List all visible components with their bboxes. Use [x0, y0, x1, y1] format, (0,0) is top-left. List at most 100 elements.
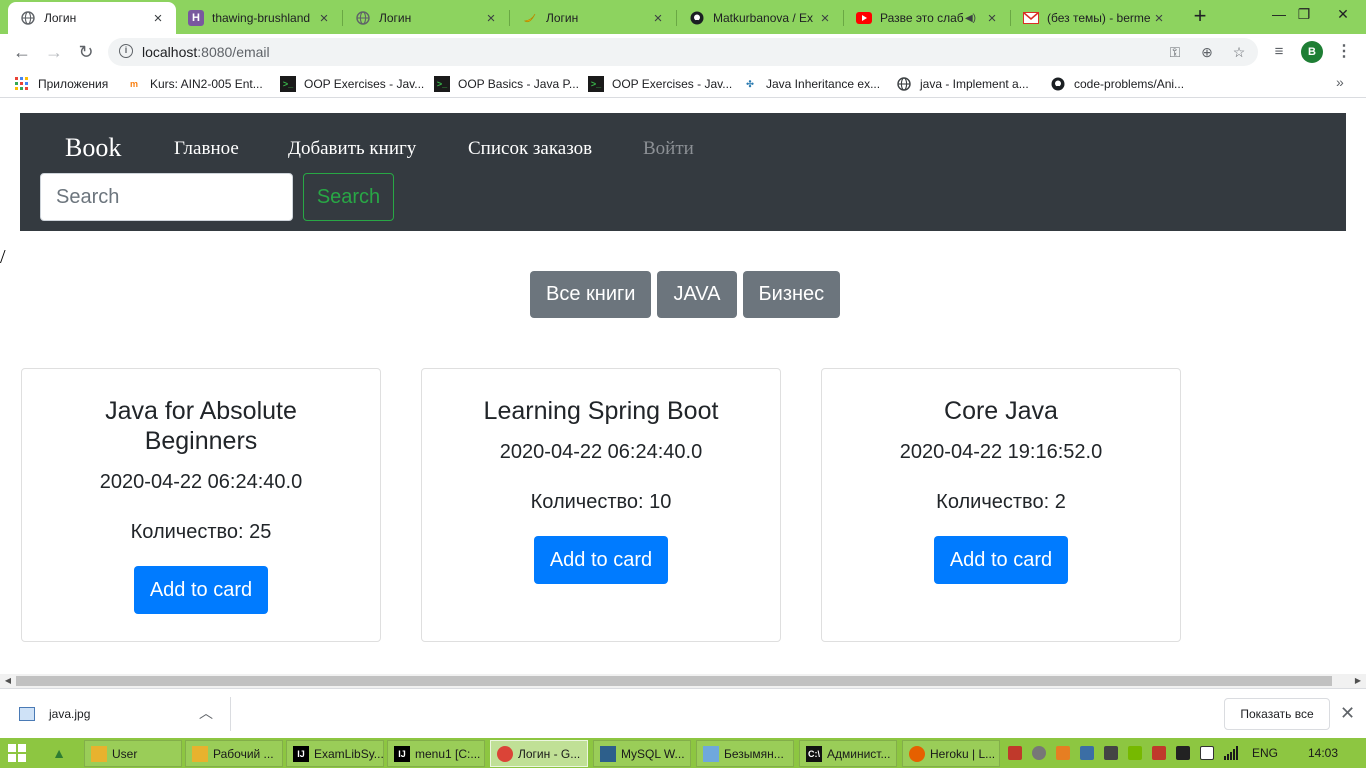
- key-icon[interactable]: ⚿: [1166, 43, 1184, 61]
- bookmark-code-problems[interactable]: code-problems/Ani...: [1050, 76, 1184, 92]
- close-icon[interactable]: ×: [1151, 10, 1167, 27]
- nvidia-icon[interactable]: [1128, 746, 1142, 760]
- site-info-icon[interactable]: i: [119, 44, 133, 58]
- taskbar-item-examlib[interactable]: IJ ExamLibSy...: [286, 740, 384, 767]
- menu-icon[interactable]: ⋮: [1336, 40, 1352, 64]
- chevron-up-icon[interactable]: ︿: [199, 703, 213, 723]
- stackoverflow-icon: [896, 76, 912, 92]
- back-button[interactable]: ←: [10, 40, 34, 64]
- taskbar-item-desktop[interactable]: Рабочий ...: [185, 740, 283, 767]
- image-file-icon[interactable]: [19, 707, 35, 721]
- close-window-button[interactable]: ✕: [1320, 0, 1366, 30]
- android-icon[interactable]: ▲: [48, 743, 70, 763]
- horizontal-scrollbar[interactable]: ◀ ▶: [0, 674, 1366, 688]
- zoom-icon[interactable]: ⊕: [1198, 43, 1216, 61]
- site-brand[interactable]: Book: [65, 133, 121, 163]
- apps-grid-icon: [14, 76, 30, 92]
- taskbar-item-menu1[interactable]: IJ menu1 [C:...: [387, 740, 485, 767]
- windows-start-icon[interactable]: [8, 744, 26, 762]
- tray-app-icon[interactable]: [1032, 746, 1046, 760]
- new-tab-button[interactable]: +: [1188, 4, 1212, 28]
- category-java-button[interactable]: JAVA: [657, 271, 737, 318]
- folder-icon: [192, 745, 208, 762]
- nav-link-home[interactable]: Главное: [174, 138, 239, 160]
- bookmark-moodle[interactable]: m Kurs: AIN2-005 Ent...: [126, 76, 263, 92]
- address-url[interactable]: localhost:8080/email: [142, 44, 270, 60]
- firefox-icon: [909, 745, 925, 762]
- close-icon[interactable]: ×: [316, 10, 332, 27]
- tray-app-icon[interactable]: [1056, 746, 1070, 760]
- taskbar-item-chrome[interactable]: Логин - G...: [490, 740, 588, 767]
- scrollbar-thumb[interactable]: [16, 676, 1332, 686]
- taskbar-item-mysql[interactable]: MySQL W...: [593, 740, 691, 767]
- clock[interactable]: 14:03: [1308, 746, 1338, 760]
- book-date: 2020-04-22 06:24:40.0: [499, 441, 703, 463]
- nav-link-orders[interactable]: Список заказов: [468, 138, 592, 160]
- globe-icon: [20, 10, 36, 26]
- tab-login-active[interactable]: Логин ×: [8, 2, 176, 34]
- close-icon[interactable]: ×: [984, 10, 1000, 27]
- close-icon[interactable]: ✕: [1340, 703, 1355, 724]
- notepad-icon: [703, 745, 719, 762]
- bookmark-java-inheritance[interactable]: ✣ Java Inheritance ex...: [742, 76, 880, 92]
- browser-toolbar: ← → ↻ i localhost:8080/email ⚿ ⊕ ☆ ≡ B ⋮: [0, 34, 1366, 70]
- bookmark-oop-basics[interactable]: >_ OOP Basics - Java P...: [434, 76, 579, 92]
- close-icon[interactable]: ×: [483, 10, 499, 27]
- tab-github[interactable]: Matkurbanova / Ex ×: [677, 2, 843, 34]
- nav-link-login[interactable]: Войти: [643, 138, 694, 160]
- category-business-button[interactable]: Бизнес: [742, 271, 841, 318]
- tab-heroku[interactable]: H thawing-brushland ×: [176, 2, 342, 34]
- book-title: Learning Spring Boot: [483, 397, 719, 425]
- star-icon[interactable]: ☆: [1230, 43, 1248, 61]
- tray-app-icon[interactable]: [1080, 746, 1094, 760]
- taskbar-item-heroku[interactable]: Heroku | L...: [902, 740, 1000, 767]
- taskbar-item-admin[interactable]: C:\ Админист...: [799, 740, 897, 767]
- taskbar-item-notepad[interactable]: Безымян...: [696, 740, 794, 767]
- close-icon[interactable]: ×: [650, 10, 666, 27]
- search-button[interactable]: Search: [303, 173, 394, 221]
- scroll-right-icon[interactable]: ▶: [1352, 676, 1364, 686]
- globe-icon: [355, 10, 371, 26]
- battery-icon[interactable]: [1200, 746, 1214, 760]
- bookmark-java-implement[interactable]: java - Implement a...: [896, 76, 1029, 92]
- search-input[interactable]: [40, 173, 293, 221]
- book-title: Java for Absolute Beginners: [105, 397, 297, 455]
- add-to-card-button[interactable]: Add to card: [133, 566, 269, 614]
- speaker-icon[interactable]: ◀): [965, 13, 976, 24]
- close-icon[interactable]: ×: [817, 10, 833, 27]
- forward-button[interactable]: →: [42, 40, 66, 64]
- banana-icon: [522, 10, 538, 26]
- nav-link-add-book[interactable]: Добавить книгу: [288, 138, 416, 160]
- show-all-downloads-button[interactable]: Показать все: [1224, 698, 1330, 730]
- add-to-card-button[interactable]: Add to card: [933, 536, 1069, 584]
- tray-app-icon[interactable]: [1008, 746, 1022, 760]
- bookmark-label: OOP Basics - Java P...: [458, 77, 579, 91]
- download-shelf: java.jpg ︿ Показать все ✕: [0, 688, 1366, 738]
- add-to-card-button[interactable]: Add to card: [533, 536, 669, 584]
- close-icon[interactable]: ×: [150, 10, 166, 27]
- shield-icon[interactable]: [1152, 746, 1166, 760]
- category-all-books-button[interactable]: Все книги: [530, 271, 652, 318]
- monitor-icon[interactable]: [1104, 746, 1118, 760]
- hackerrank-icon: >_: [434, 76, 450, 92]
- bookmark-apps[interactable]: Приложения: [14, 76, 108, 92]
- address-bar[interactable]: i localhost:8080/email ⚿ ⊕ ☆: [108, 38, 1258, 66]
- tab-youtube[interactable]: Разве это слаб ◀) ×: [844, 2, 1010, 34]
- media-queue-icon[interactable]: ≡: [1267, 40, 1291, 64]
- taskbar-item-user[interactable]: User: [84, 740, 182, 767]
- signal-icon[interactable]: [1224, 746, 1238, 760]
- tab-login-2[interactable]: Логин ×: [343, 2, 509, 34]
- language-indicator[interactable]: ENG: [1252, 746, 1278, 760]
- tab-gmail[interactable]: (без темы) - berme ×: [1011, 2, 1177, 34]
- chevron-double-right-icon[interactable]: »: [1336, 74, 1344, 90]
- scroll-left-icon[interactable]: ◀: [2, 676, 14, 686]
- github-icon: [689, 10, 705, 26]
- bookmark-oop-exercises-2[interactable]: >_ OOP Exercises - Jav...: [588, 76, 732, 92]
- reload-button[interactable]: ↻: [74, 40, 98, 64]
- avatar[interactable]: B: [1301, 41, 1323, 63]
- network-icon[interactable]: [1176, 746, 1190, 760]
- bookmark-oop-exercises[interactable]: >_ OOP Exercises - Jav...: [280, 76, 424, 92]
- download-filename[interactable]: java.jpg: [49, 707, 90, 721]
- bookmark-label: code-problems/Ani...: [1074, 77, 1185, 91]
- tab-login-3[interactable]: Логин ×: [510, 2, 676, 34]
